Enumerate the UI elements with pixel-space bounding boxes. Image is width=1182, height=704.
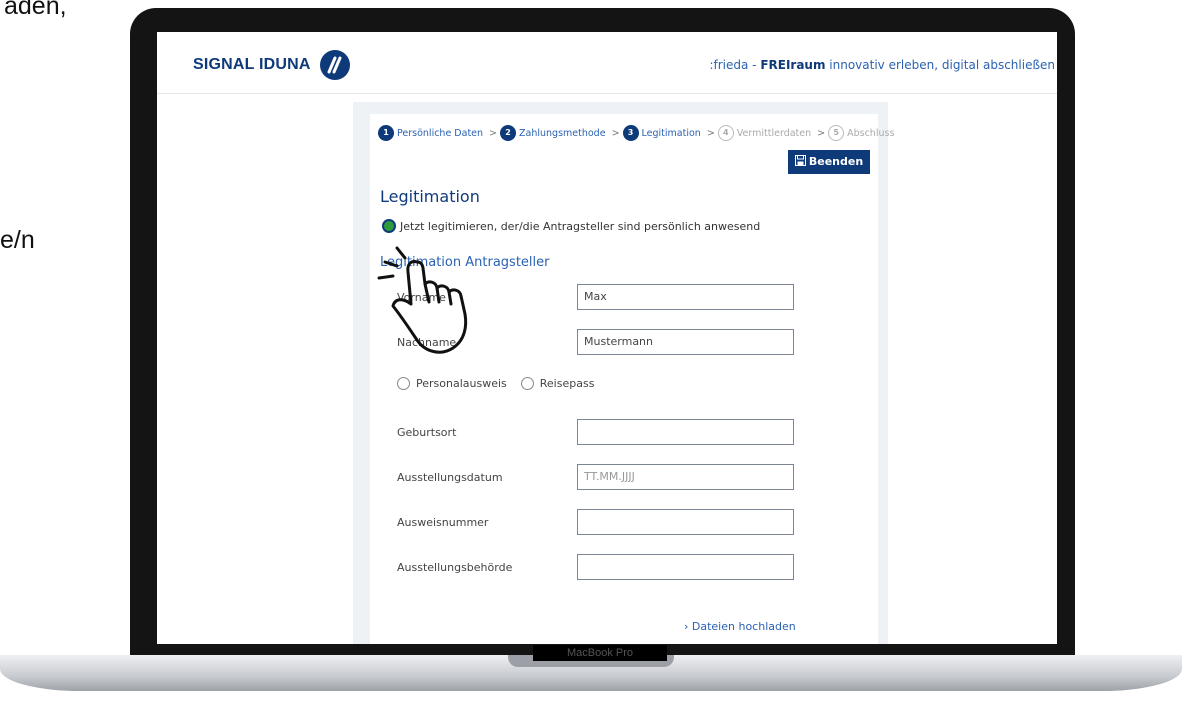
ausstellungsdatum-field[interactable]: TT.MM.JJJJ: [577, 464, 794, 490]
step-1-label[interactable]: Persönliche Daten: [397, 128, 483, 139]
step-4-number: 4: [717, 125, 734, 141]
reisepass-label: Reisepass: [539, 377, 595, 390]
form-title: Legitimation: [380, 187, 480, 206]
geburtsort-field[interactable]: [577, 419, 794, 445]
ausstellungsbehoerde-row: Ausstellungsbehörde: [397, 554, 797, 582]
step-2-label[interactable]: Zahlungsmethode: [519, 128, 606, 139]
brand-logo[interactable]: SIGNAL IDUNA: [193, 56, 311, 74]
geburtsort-row: Geburtsort: [397, 419, 797, 447]
ausweisnummer-label: Ausweisnummer: [397, 516, 489, 529]
step-separator: >: [611, 127, 620, 139]
reisepass-radio[interactable]: [520, 377, 534, 390]
step-2-number[interactable]: 2: [500, 125, 517, 141]
step-3-number[interactable]: 3: [622, 125, 639, 141]
personalausweis-label: Personalausweis: [416, 377, 507, 390]
step-5-label: Abschluss: [847, 127, 895, 139]
beenden-button[interactable]: Beenden: [788, 150, 870, 174]
ausstellungsbehoerde-field[interactable]: [577, 554, 794, 580]
tagline-bold: FREIraum: [760, 58, 826, 72]
site-header: SIGNAL IDUNA :frieda - FREIraum innovati…: [157, 32, 1057, 94]
legitimation-form: 1 Persönliche Daten > 2 Zahlungsmethode …: [370, 114, 894, 644]
dateien-hochladen-link[interactable]: › Dateien hochladen: [684, 620, 796, 633]
slide-text-fragment-top: aden,: [4, 0, 67, 20]
pointing-hand-icon: [377, 246, 468, 354]
brand-logo-icon: [320, 50, 350, 80]
step-separator: >: [817, 127, 826, 139]
step-1-number[interactable]: 1: [378, 125, 394, 141]
ausstellungsdatum-row: Ausstellungsdatum TT.MM.JJJJ: [397, 464, 797, 492]
ausstellungsbehoerde-label: Ausstellungsbehörde: [397, 561, 513, 574]
save-icon: [794, 155, 806, 166]
tagline-prefix: :frieda -: [709, 58, 761, 72]
laptop-screen: SIGNAL IDUNA :frieda - FREIraum innovati…: [157, 32, 1057, 644]
step-5-number: 5: [828, 125, 845, 141]
personalausweis-radio[interactable]: [397, 377, 410, 390]
step-separator: >: [489, 127, 498, 139]
tagline-suffix: innovativ erleben, digital abschließen: [825, 58, 1055, 72]
present-option-label: Jetzt legitimieren, der/die Antragstelle…: [400, 219, 761, 233]
step-3-label[interactable]: Legitimation: [642, 128, 701, 139]
ausweisnummer-field[interactable]: [577, 509, 794, 535]
geburtsort-label: Geburtsort: [397, 426, 457, 439]
step-4-label: Vermittlerdaten: [736, 127, 812, 139]
step-separator: >: [706, 127, 715, 139]
slide-text-fragment-mid: e/n: [0, 226, 35, 254]
laptop-frame: SIGNAL IDUNA :frieda - FREIraum innovati…: [130, 8, 1075, 668]
present-option-radio[interactable]: Jetzt legitimieren, der/die Antragstelle…: [382, 219, 760, 233]
progress-stepper: 1 Persönliche Daten > 2 Zahlungsmethode …: [378, 125, 897, 141]
header-tagline: :frieda - FREIraum innovativ erleben, di…: [709, 58, 1055, 72]
ausstellungsdatum-label: Ausstellungsdatum: [397, 471, 503, 484]
radio-selected-icon[interactable]: [382, 219, 396, 233]
beenden-label: Beenden: [808, 155, 864, 168]
ausweisnummer-row: Ausweisnummer: [397, 509, 797, 537]
form-panel: 1 Persönliche Daten > 2 Zahlungsmethode …: [353, 102, 894, 644]
document-type-group: Personalausweis Reisepass: [397, 377, 594, 390]
vorname-field[interactable]: Max: [577, 284, 794, 310]
nachname-field[interactable]: Mustermann: [577, 329, 794, 355]
laptop-model-label: MacBook Pro: [533, 645, 667, 661]
